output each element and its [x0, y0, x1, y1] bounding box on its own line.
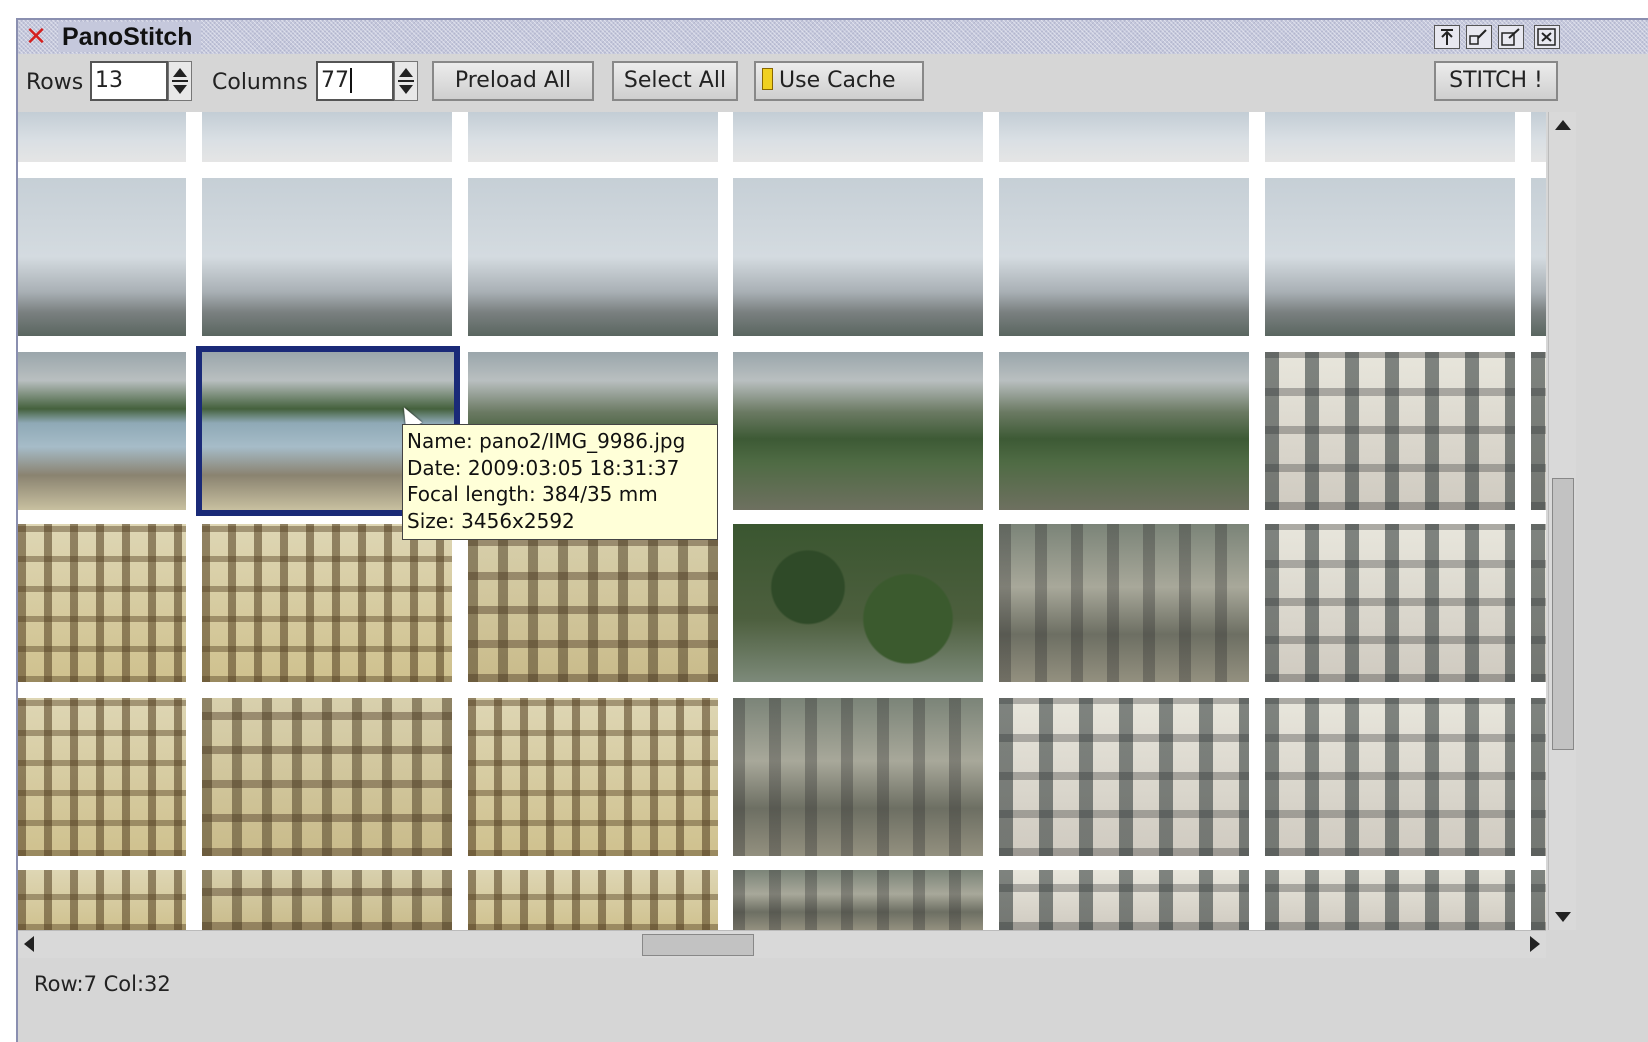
stepper-divider — [398, 80, 414, 82]
image-tile[interactable] — [1265, 698, 1515, 856]
image-tile[interactable] — [1265, 112, 1515, 162]
columns-decrement-icon[interactable] — [399, 85, 413, 94]
use-cache-toggle[interactable]: Use Cache — [754, 61, 924, 101]
image-tile[interactable] — [733, 178, 983, 336]
image-tile[interactable] — [468, 698, 718, 856]
minimize-icon[interactable] — [1466, 25, 1492, 49]
image-tile[interactable] — [18, 524, 186, 682]
image-tile[interactable] — [999, 112, 1249, 162]
rows-increment-icon[interactable] — [173, 68, 187, 77]
image-tile[interactable] — [1531, 178, 1546, 336]
image-tile[interactable] — [999, 178, 1249, 336]
image-tile[interactable] — [18, 870, 186, 930]
image-tile[interactable] — [468, 178, 718, 336]
close-icon[interactable]: ✕ — [22, 23, 50, 51]
horizontal-scrollbar[interactable] — [18, 930, 1546, 958]
panostitch-window: ✕ PanoStitch Rows 13 Columns 77 Preload … — [16, 18, 1648, 1042]
text-caret — [350, 68, 352, 93]
image-tile[interactable] — [468, 870, 718, 930]
image-tile[interactable] — [18, 352, 186, 510]
stitch-button[interactable]: STITCH ! — [1434, 61, 1558, 101]
image-info-tooltip: Name: pano2/IMG_9986.jpg Date: 2009:03:0… — [402, 424, 718, 540]
image-tile[interactable] — [1265, 352, 1515, 510]
tooltip-size: Size: 3456x2592 — [407, 508, 575, 533]
image-tile[interactable] — [733, 352, 983, 510]
select-all-button[interactable]: Select All — [612, 61, 738, 101]
image-tile[interactable] — [733, 698, 983, 856]
cache-indicator-icon — [762, 68, 773, 90]
image-tile[interactable] — [18, 178, 186, 336]
image-tile[interactable] — [18, 698, 186, 856]
close-window-icon[interactable] — [1534, 25, 1560, 49]
rows-stepper[interactable] — [168, 61, 192, 101]
image-tile[interactable] — [733, 870, 983, 930]
status-position: Row:7 Col:32 — [34, 972, 171, 996]
pin-top-icon[interactable] — [1434, 25, 1460, 49]
image-tile[interactable] — [999, 870, 1249, 930]
image-tile[interactable] — [1265, 870, 1515, 930]
image-tile[interactable] — [1531, 524, 1546, 682]
rows-input[interactable]: 13 — [90, 61, 168, 101]
tooltip-name: Name: pano2/IMG_9986.jpg — [407, 429, 686, 453]
image-tile[interactable] — [1531, 352, 1546, 510]
image-tile[interactable] — [468, 524, 718, 682]
columns-increment-icon[interactable] — [399, 68, 413, 77]
image-tile[interactable] — [1265, 178, 1515, 336]
image-tile[interactable] — [999, 698, 1249, 856]
columns-stepper[interactable] — [394, 61, 418, 101]
columns-value: 77 — [321, 68, 349, 93]
image-tile[interactable] — [999, 352, 1249, 510]
scroll-left-icon[interactable] — [24, 936, 34, 952]
scroll-up-icon[interactable] — [1555, 120, 1571, 130]
title-bar[interactable]: ✕ PanoStitch — [18, 20, 1648, 54]
image-tile[interactable] — [468, 112, 718, 162]
tooltip-date: Date: 2009:03:05 18:31:37 — [407, 455, 680, 480]
image-tile[interactable] — [999, 524, 1249, 682]
tooltip-focal-length: Focal length: 384/35 mm — [407, 482, 658, 506]
window-title: PanoStitch — [58, 22, 201, 52]
scroll-right-icon[interactable] — [1530, 936, 1540, 952]
stepper-divider — [172, 80, 188, 82]
toolbar: Rows 13 Columns 77 Preload All Select Al… — [18, 58, 1648, 108]
rows-label: Rows — [26, 70, 84, 95]
image-tile[interactable] — [202, 870, 452, 930]
maximize-icon[interactable] — [1498, 25, 1524, 49]
vertical-scroll-thumb[interactable] — [1552, 478, 1574, 750]
columns-label: Columns — [212, 70, 308, 95]
image-tile[interactable] — [733, 112, 983, 162]
use-cache-label: Use Cache — [779, 68, 896, 93]
image-grid[interactable] — [18, 112, 1546, 930]
rows-decrement-icon[interactable] — [173, 85, 187, 94]
image-tile[interactable] — [18, 112, 186, 162]
preload-all-button[interactable]: Preload All — [432, 61, 594, 101]
horizontal-scroll-thumb[interactable] — [642, 934, 754, 956]
scroll-down-icon[interactable] — [1555, 912, 1571, 922]
image-tile[interactable] — [202, 524, 452, 682]
image-tile[interactable] — [1531, 112, 1546, 162]
image-tile[interactable] — [733, 524, 983, 682]
image-tile[interactable] — [202, 698, 452, 856]
image-tile[interactable] — [1531, 698, 1546, 856]
image-tile[interactable] — [202, 178, 452, 336]
image-tile[interactable] — [1531, 870, 1546, 930]
image-tile[interactable] — [1265, 524, 1515, 682]
vertical-scrollbar[interactable] — [1548, 112, 1576, 930]
columns-input[interactable]: 77 — [316, 61, 394, 101]
image-tile[interactable] — [202, 112, 452, 162]
